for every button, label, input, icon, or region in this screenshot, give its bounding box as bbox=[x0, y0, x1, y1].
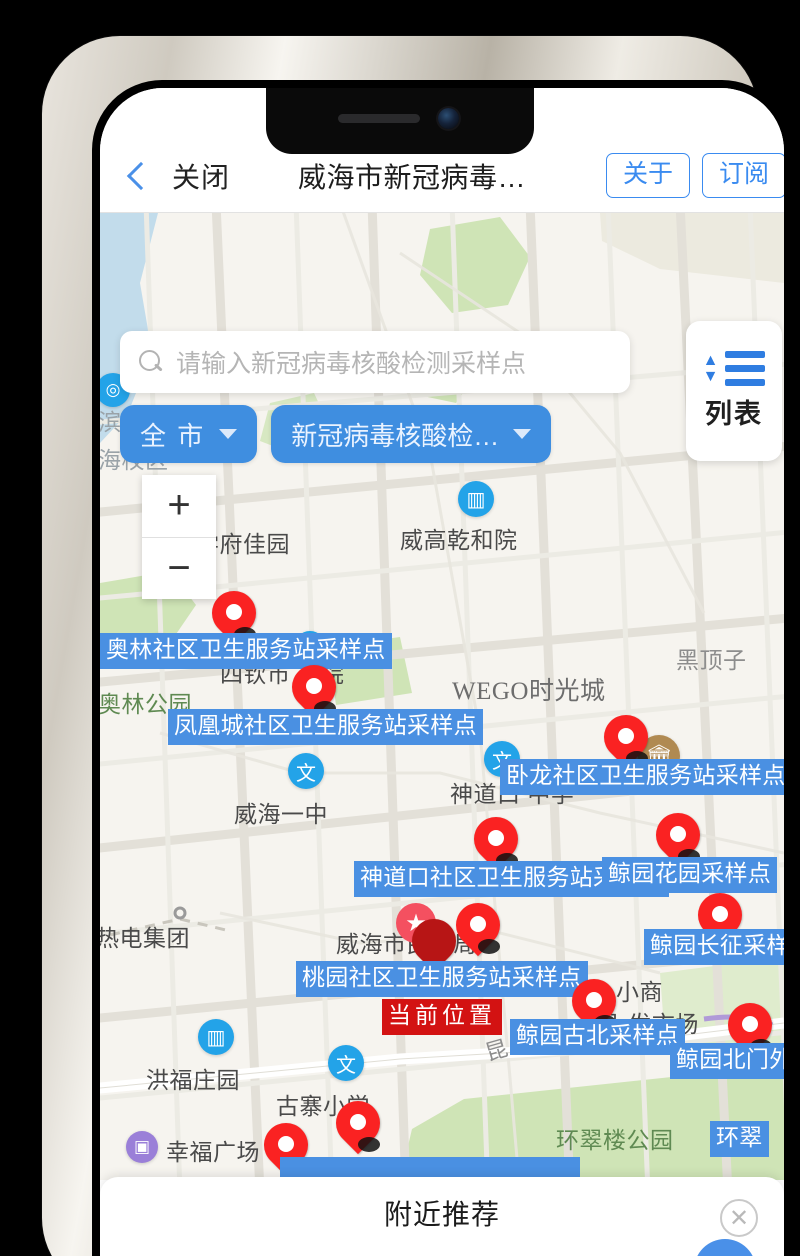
sheet-title: 附近推荐 bbox=[383, 1199, 500, 1230]
poi-label: 黑顶子 bbox=[676, 647, 747, 673]
sort-list-icon: ▲ ▼ bbox=[703, 351, 766, 386]
back-chevron-icon[interactable] bbox=[120, 159, 154, 193]
phone-notch bbox=[266, 88, 534, 154]
map-marker-label[interactable]: 鲸园花园采样点 bbox=[602, 857, 778, 893]
poi-label: 幸福广场 bbox=[166, 1139, 260, 1165]
school-icon: 文 bbox=[328, 1045, 364, 1081]
map-pin[interactable] bbox=[446, 893, 510, 961]
sheet-content: 桃园社区卫生服务站采样点 586米|文化中路59号(开放时间:8:00-20:0… bbox=[100, 1233, 784, 1256]
phone-frame: 滨工业 海校区 学府佳园 ▥ 威高乾和院 奥林公园 四钦市 文院 WEGO时光城… bbox=[42, 36, 792, 1256]
poi-label: 小商 bbox=[616, 979, 663, 1005]
front-camera bbox=[438, 108, 459, 129]
poi-label: 威高乾和院 bbox=[400, 527, 518, 553]
speaker-grille bbox=[338, 114, 420, 123]
map-marker-label[interactable]: 鲸园长征采样点 bbox=[644, 929, 784, 965]
search-icon bbox=[138, 349, 164, 375]
list-button-label: 列表 bbox=[705, 399, 763, 429]
close-circle-icon[interactable]: ✕ bbox=[720, 1199, 758, 1237]
list-bars-icon bbox=[725, 351, 766, 386]
map-marker-label[interactable]: 鲸园古北采样点 bbox=[510, 1019, 686, 1055]
close-button[interactable]: 关闭 bbox=[172, 156, 230, 196]
map-marker-label[interactable]: 环翠 bbox=[710, 1121, 769, 1157]
map-marker-label[interactable]: 鲸园北门外采样点 bbox=[670, 1043, 784, 1079]
sort-arrows-icon: ▲ ▼ bbox=[702, 352, 719, 385]
about-button[interactable]: 关于 bbox=[605, 153, 690, 198]
filter-type-dropdown[interactable]: 新冠病毒核酸检… bbox=[271, 405, 552, 463]
map-zoom-control[interactable]: + − bbox=[142, 475, 216, 599]
filter-type-label: 新冠病毒核酸检… bbox=[291, 420, 500, 451]
building-icon: ▥ bbox=[458, 481, 494, 517]
zoom-out-button[interactable]: − bbox=[142, 538, 216, 600]
nearby-recommend-sheet: 附近推荐 ✕ 桃园社区卫生服务站采样点 586米|文化中路59号(开放时间:8:… bbox=[100, 1177, 784, 1256]
filter-city-label: 全 市 bbox=[140, 420, 206, 451]
map-marker-label[interactable]: 凤凰城社区卫生服务站采样点 bbox=[168, 709, 483, 745]
current-position-label: 当前位置 bbox=[382, 999, 502, 1035]
map-marker-label[interactable]: 卧龙社区卫生服务站采样点 bbox=[500, 759, 784, 795]
search-input[interactable]: 请输入新冠病毒核酸检测采样点 bbox=[176, 344, 526, 380]
chevron-down-icon bbox=[513, 429, 532, 439]
zoom-in-button[interactable]: + bbox=[142, 475, 216, 538]
screenshot-stage: 滨工业 海校区 学府佳园 ▥ 威高乾和院 奥林公园 四钦市 文院 WEGO时光城… bbox=[0, 0, 800, 1256]
list-view-button[interactable]: ▲ ▼ 列表 bbox=[686, 321, 782, 461]
map-marker-label[interactable]: 奥林社区卫生服务站采样点 bbox=[100, 633, 392, 669]
poi-label: 威海一中 bbox=[234, 801, 328, 827]
shop-icon: ▣ bbox=[126, 1131, 158, 1163]
chevron-down-icon bbox=[219, 429, 238, 439]
poi-label: 热电集团 bbox=[100, 925, 190, 951]
phone-screen: 滨工业 海校区 学府佳园 ▥ 威高乾和院 奥林公园 四钦市 文院 WEGO时光城… bbox=[100, 88, 784, 1256]
filter-chips: 全 市 新冠病毒核酸检… bbox=[120, 405, 552, 463]
map-marker-label[interactable]: 桃园社区卫生服务站采样点 bbox=[296, 961, 588, 997]
filter-city-dropdown[interactable]: 全 市 bbox=[120, 405, 258, 463]
map-pin[interactable] bbox=[326, 1091, 390, 1159]
building-icon: ▥ bbox=[198, 1019, 234, 1055]
poi-label: 环翠楼公园 bbox=[556, 1127, 674, 1153]
poi-label: WEGO时光城 bbox=[452, 678, 606, 705]
search-bar[interactable]: 请输入新冠病毒核酸检测采样点 bbox=[120, 331, 630, 393]
subscribe-button[interactable]: 订阅 bbox=[701, 153, 784, 198]
page-title: 威海市新冠病毒… bbox=[297, 161, 526, 193]
map-canvas[interactable]: 滨工业 海校区 学府佳园 ▥ 威高乾和院 奥林公园 四钦市 文院 WEGO时光城… bbox=[100, 213, 784, 1180]
school-icon: 文 bbox=[288, 753, 324, 789]
poi-label: 洪福庄园 bbox=[146, 1067, 240, 1093]
